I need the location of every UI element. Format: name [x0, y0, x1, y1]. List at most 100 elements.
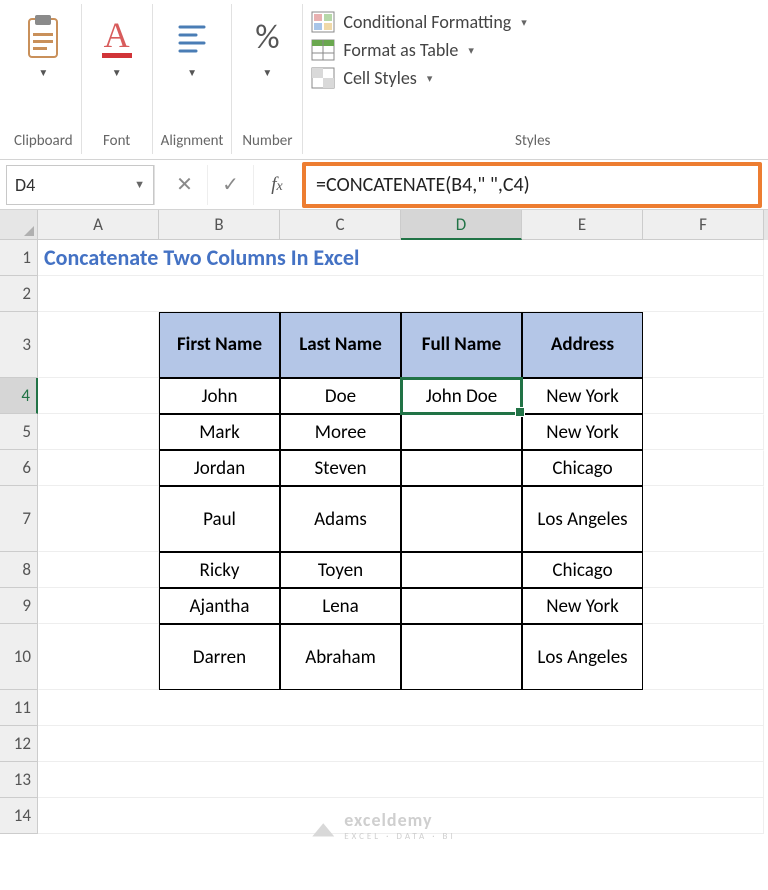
cell-A5[interactable] [38, 414, 159, 450]
cell-E9[interactable]: New York [522, 588, 643, 624]
cell-D10[interactable] [401, 624, 522, 690]
cell-F6[interactable] [643, 450, 764, 486]
name-box[interactable]: D4 ▼ [6, 165, 154, 205]
cell-C8[interactable]: Toyen [280, 552, 401, 588]
cell-E4[interactable]: New York [522, 378, 643, 414]
cell-B10[interactable]: Darren [159, 624, 280, 690]
row-header-12[interactable]: 12 [0, 726, 38, 762]
row-header-13[interactable]: 13 [0, 762, 38, 798]
row-header-6[interactable]: 6 [0, 450, 38, 486]
watermark-name: exceldemy [344, 809, 432, 831]
fx-icon: fx [271, 174, 283, 196]
font-button[interactable]: A ▼ [90, 8, 144, 83]
cell-E10[interactable]: Los Angeles [522, 624, 643, 690]
row-header-9[interactable]: 9 [0, 588, 38, 624]
cell-F10[interactable] [643, 624, 764, 690]
cell-F5[interactable] [643, 414, 764, 450]
worksheet-grid: A B C D E F 1 Concatenate Two Columns In… [0, 210, 768, 834]
row-header-5[interactable]: 5 [0, 414, 38, 450]
cell-D9[interactable] [401, 588, 522, 624]
cell-D5[interactable] [401, 414, 522, 450]
cell-B5[interactable]: Mark [159, 414, 280, 450]
cell-E6[interactable]: Chicago [522, 450, 643, 486]
row-header-2[interactable]: 2 [0, 276, 38, 312]
cell-B7[interactable]: Paul [159, 486, 280, 552]
ribbon-label-font: Font [103, 132, 130, 150]
row-header-1[interactable]: 1 [0, 240, 38, 276]
cell-B8[interactable]: Ricky [159, 552, 280, 588]
cell-B4[interactable]: John [159, 378, 280, 414]
header-full-name[interactable]: Full Name [401, 312, 522, 378]
rows: 1 Concatenate Two Columns In Excel 2 3 F… [0, 240, 768, 834]
cancel-formula-button[interactable]: ✕ [162, 165, 208, 205]
cell-D6[interactable] [401, 450, 522, 486]
alignment-button[interactable]: ▼ [165, 8, 219, 83]
cell-A8[interactable] [38, 552, 159, 588]
format-as-table-button[interactable]: Format as Table▾ [311, 36, 754, 64]
cell-B6[interactable]: Jordan [159, 450, 280, 486]
watermark-tag: EXCEL · DATA · BI [344, 831, 455, 842]
title-cell[interactable]: Concatenate Two Columns In Excel [38, 240, 764, 276]
cell-A11[interactable] [38, 690, 764, 726]
row-6: 6 Jordan Steven Chicago [0, 450, 768, 486]
cell-D4[interactable]: John Doe [401, 378, 522, 414]
cell-A13[interactable] [38, 762, 764, 798]
cell-C7[interactable]: Adams [280, 486, 401, 552]
number-button[interactable]: % ▼ [240, 8, 294, 83]
cell-E5[interactable]: New York [522, 414, 643, 450]
row-1: 1 Concatenate Two Columns In Excel [0, 240, 768, 276]
formula-text: =CONCATENATE(B4," ",C4) [316, 173, 530, 197]
chevron-down-icon: ▼ [38, 66, 48, 79]
cell-C5[interactable]: Moree [280, 414, 401, 450]
cell-B9[interactable]: Ajantha [159, 588, 280, 624]
col-header-A[interactable]: A [38, 210, 159, 240]
header-address[interactable]: Address [522, 312, 643, 378]
enter-formula-button[interactable]: ✓ [208, 165, 254, 205]
cell-A12[interactable] [38, 726, 764, 762]
col-header-F[interactable]: F [643, 210, 764, 240]
cell-styles-button[interactable]: Cell Styles▾ [311, 64, 754, 92]
ribbon-group-clipboard: ▼ Clipboard [6, 4, 82, 154]
header-last-name[interactable]: Last Name [280, 312, 401, 378]
cell-A3[interactable] [38, 312, 159, 378]
col-header-D[interactable]: D [401, 210, 522, 240]
cell-C6[interactable]: Steven [280, 450, 401, 486]
cell-F8[interactable] [643, 552, 764, 588]
row-header-8[interactable]: 8 [0, 552, 38, 588]
insert-function-button[interactable]: fx [254, 165, 300, 205]
cell-E7[interactable]: Los Angeles [522, 486, 643, 552]
cell-F9[interactable] [643, 588, 764, 624]
font-icon: A [96, 12, 138, 62]
col-header-C[interactable]: C [280, 210, 401, 240]
formula-input[interactable]: =CONCATENATE(B4," ",C4) [302, 162, 762, 208]
cell-A2[interactable] [38, 276, 764, 312]
cell-E8[interactable]: Chicago [522, 552, 643, 588]
conditional-formatting-button[interactable]: Conditional Formatting▾ [311, 8, 754, 36]
cell-D8[interactable] [401, 552, 522, 588]
header-first-name[interactable]: First Name [159, 312, 280, 378]
cell-F4[interactable] [643, 378, 764, 414]
select-all-button[interactable] [0, 210, 38, 240]
cell-F3[interactable] [643, 312, 764, 378]
col-header-E[interactable]: E [522, 210, 643, 240]
cell-A6[interactable] [38, 450, 159, 486]
cell-C4[interactable]: Doe [280, 378, 401, 414]
row-header-7[interactable]: 7 [0, 486, 38, 552]
cell-D7[interactable] [401, 486, 522, 552]
row-header-4[interactable]: 4 [0, 378, 38, 414]
row-header-3[interactable]: 3 [0, 312, 38, 378]
cell-A7[interactable] [38, 486, 159, 552]
clipboard-button[interactable]: ▼ [16, 8, 70, 83]
cell-A4[interactable] [38, 378, 159, 414]
row-header-10[interactable]: 10 [0, 624, 38, 690]
ribbon-label-styles: Styles [311, 132, 754, 150]
col-header-B[interactable]: B [159, 210, 280, 240]
row-header-14[interactable]: 14 [0, 798, 38, 834]
row-header-11[interactable]: 11 [0, 690, 38, 726]
cell-F7[interactable] [643, 486, 764, 552]
cell-A10[interactable] [38, 624, 159, 690]
cell-A9[interactable] [38, 588, 159, 624]
row-2: 2 [0, 276, 768, 312]
cell-C10[interactable]: Abraham [280, 624, 401, 690]
cell-C9[interactable]: Lena [280, 588, 401, 624]
